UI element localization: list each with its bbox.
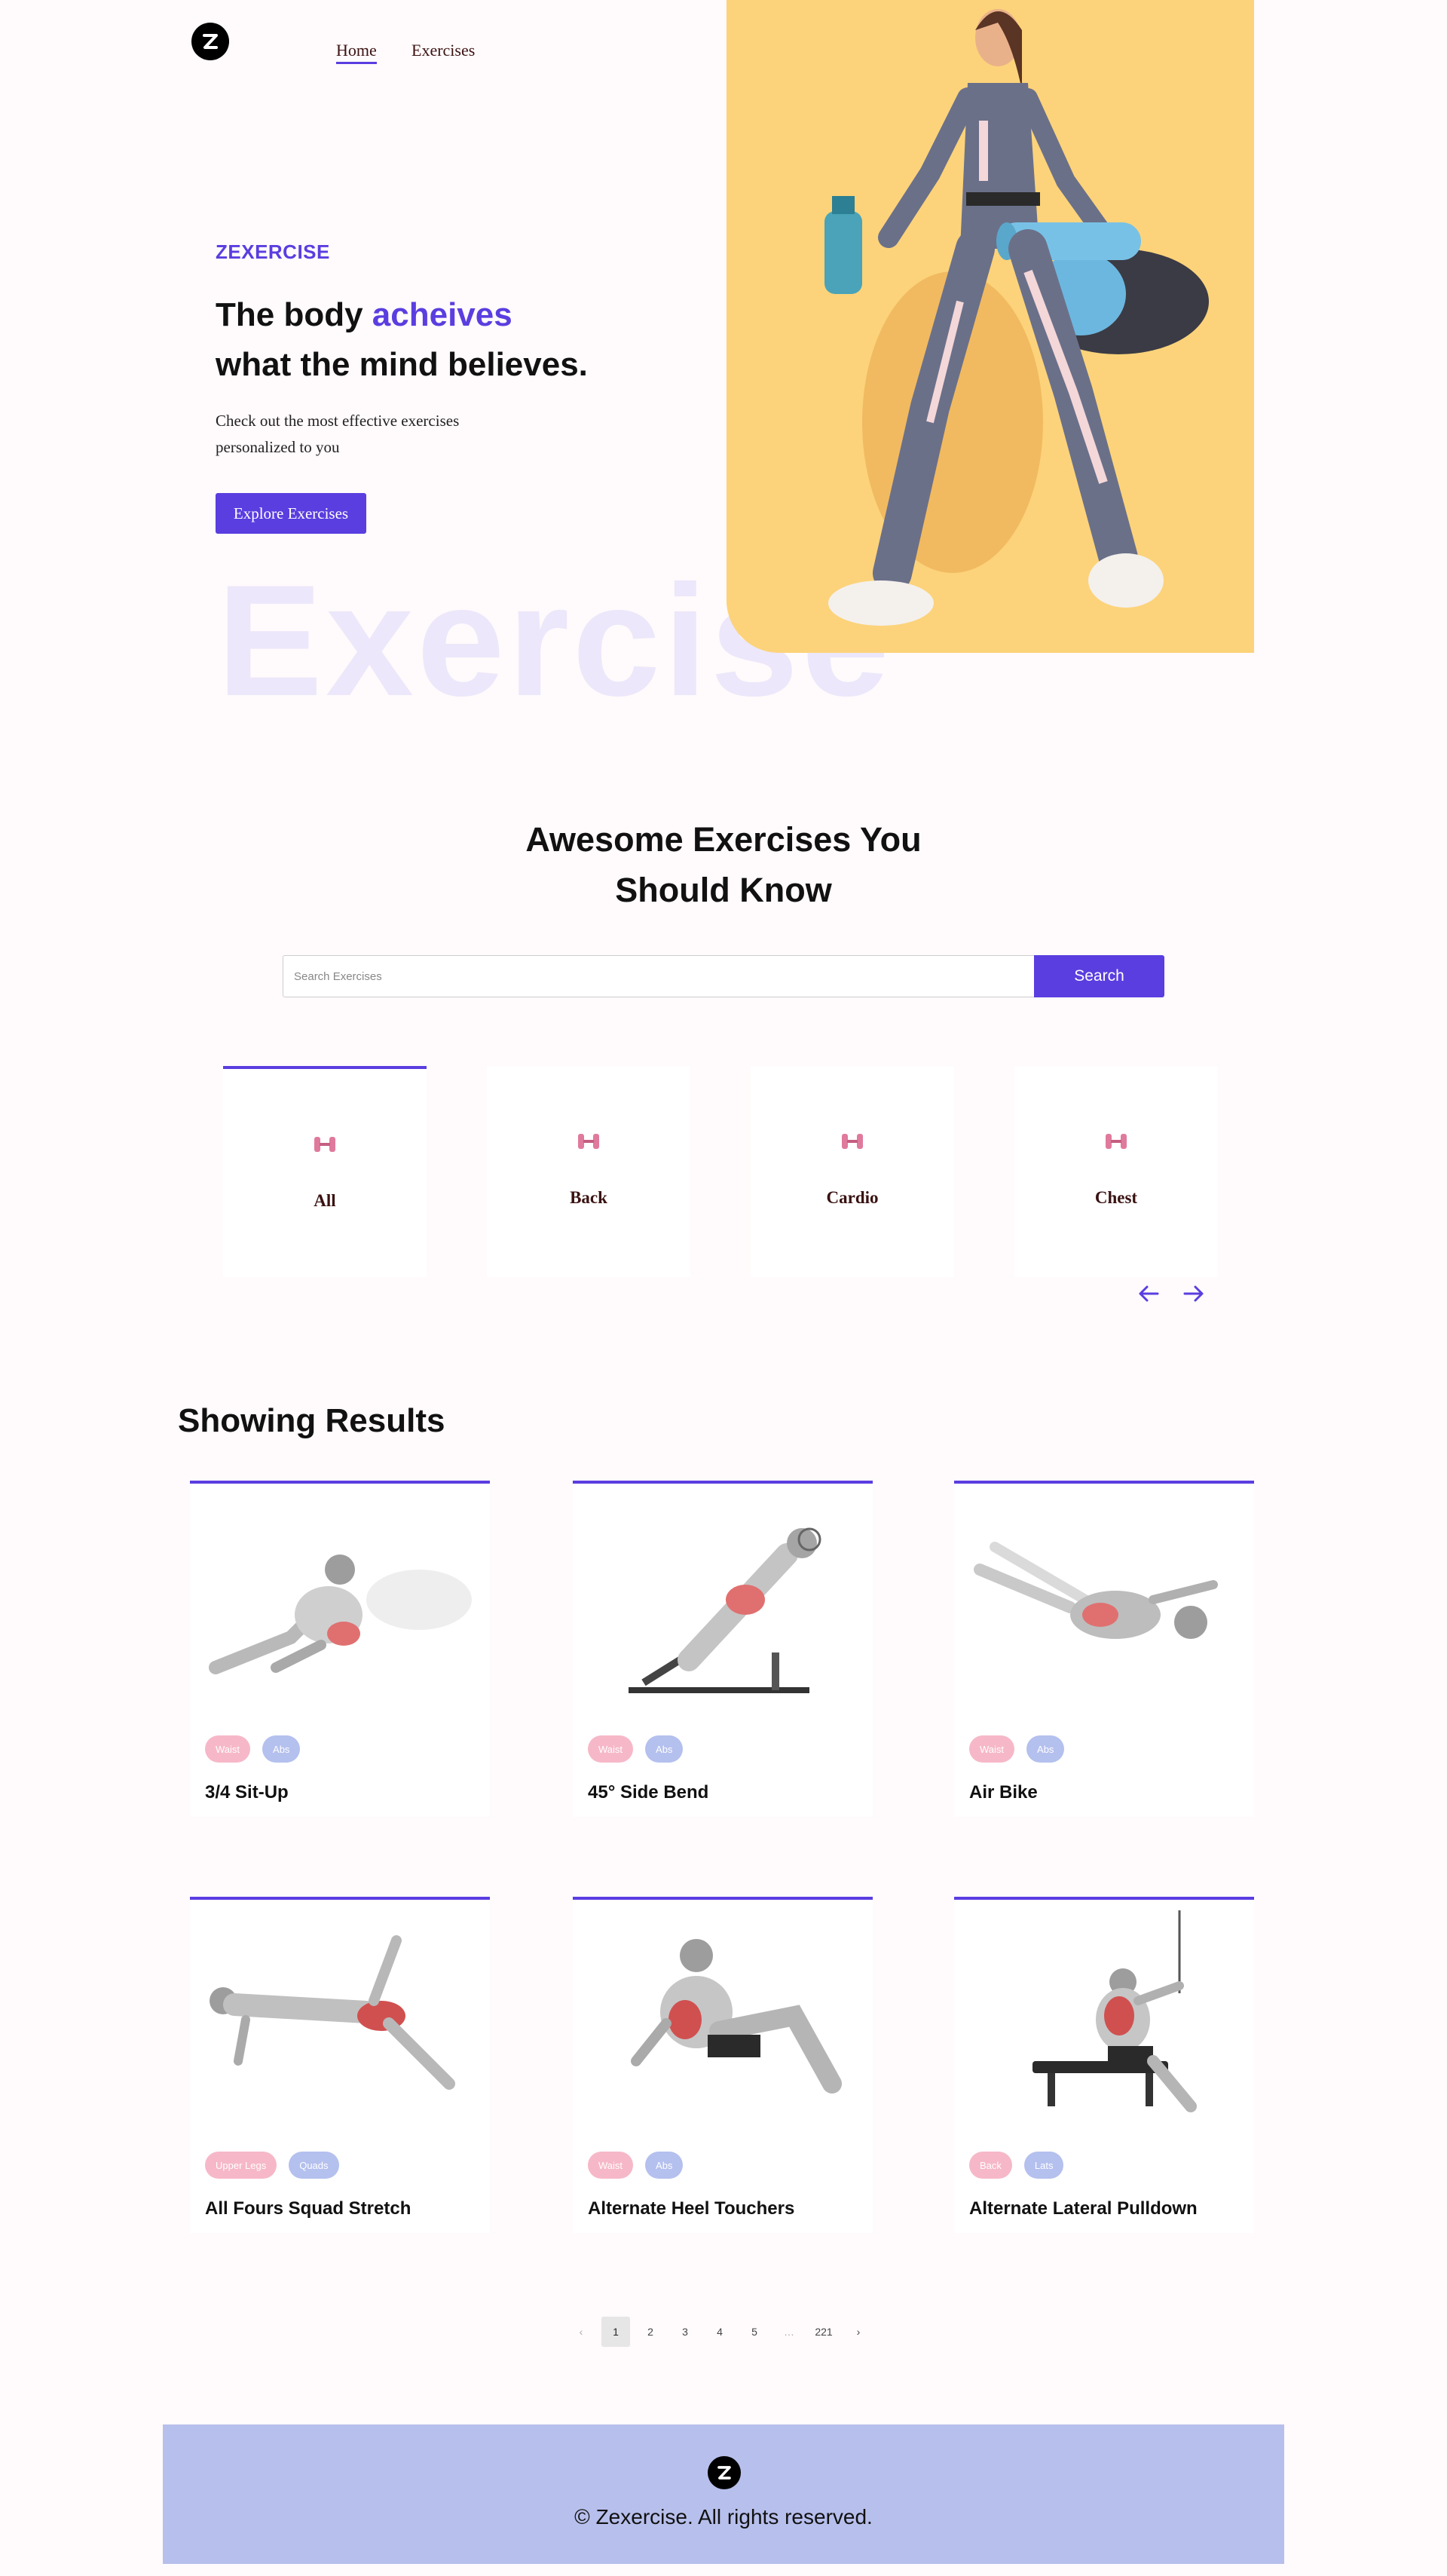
category-label: Back (570, 1188, 607, 1207)
pagination-ellipsis: … (784, 2326, 794, 2338)
exercise-image (1032, 1910, 1197, 2112)
left-arrow-icon[interactable] (1133, 1279, 1164, 1309)
hero-subtitle: Check out the most effective exercises p… (216, 412, 460, 456)
target-muscle-tag[interactable]: Abs (1026, 1735, 1065, 1763)
exercise-card[interactable]: Back Lats Alternate Lateral Pulldown (954, 1897, 1254, 2233)
dumbbell-icon (314, 1137, 335, 1152)
body-part-tag[interactable]: Back (969, 2152, 1012, 2179)
target-muscle-tag[interactable]: Lats (1023, 2152, 1064, 2179)
target-muscle-tag[interactable]: Abs (262, 1735, 301, 1763)
search-input[interactable] (283, 955, 1034, 997)
exercise-name: Alternate Heel Touchers (588, 2198, 795, 2219)
pagination-page[interactable]: 4 (705, 2317, 734, 2347)
exercise-card[interactable]: Upper Legs Quads All Fours Squad Stretch (190, 1897, 490, 2233)
explore-exercises-button[interactable]: Explore Exercises (216, 493, 366, 534)
pagination-page[interactable]: 3 (671, 2317, 699, 2347)
search-section-title: Awesome Exercises You Should Know (422, 814, 1025, 915)
exercise-card[interactable]: Waist Abs 3/4 Sit-Up (190, 1481, 490, 1817)
results-title: Showing Results (178, 1402, 445, 1439)
tag-list: Waist Abs (205, 1735, 301, 1763)
exercise-image (629, 1527, 821, 1693)
tag-list: Upper Legs Quads (205, 2152, 339, 2179)
pagination: ‹ 1 2 3 4 5 … 221 › (567, 2317, 873, 2347)
body-part-tag[interactable]: Waist (588, 1735, 634, 1763)
exercise-image (631, 1939, 842, 2094)
exercise-image (974, 1542, 1218, 1639)
exercise-image (209, 1554, 472, 1674)
category-card-back[interactable]: Back (487, 1066, 690, 1277)
body-part-tag[interactable]: Waist (205, 1735, 251, 1763)
dumbbell-icon (1106, 1134, 1127, 1149)
body-part-tag[interactable]: Waist (969, 1735, 1015, 1763)
tag-list: Waist Abs (588, 2152, 684, 2179)
hero-eyebrow: ZEXERCISE (216, 240, 330, 263)
tag-list: Waist Abs (588, 1735, 684, 1763)
zexercise-logo-icon[interactable] (191, 23, 229, 60)
pagination-page[interactable]: 5 (740, 2317, 769, 2347)
dumbbell-icon (842, 1134, 863, 1149)
body-part-tag[interactable]: Waist (588, 2152, 634, 2179)
target-muscle-tag[interactable]: Abs (645, 2152, 684, 2179)
hero-title: The body acheives what the mind believes… (216, 290, 588, 390)
exercise-name: 3/4 Sit-Up (205, 1782, 289, 1803)
nav-exercises-link[interactable]: Exercises (411, 41, 475, 60)
exercise-name: 45° Side Bend (588, 1782, 709, 1803)
body-part-tag[interactable]: Upper Legs (205, 2152, 277, 2179)
search-title-line2: Should Know (615, 871, 832, 909)
hero-title-line2: what the mind believes. (216, 346, 588, 383)
search-button[interactable]: Search (1034, 955, 1164, 997)
hero-title-accent: acheives (372, 296, 512, 333)
category-label: Cardio (826, 1188, 879, 1207)
exercise-image (210, 1935, 455, 2090)
exercise-card[interactable]: Waist Abs Alternate Heel Touchers (573, 1897, 873, 2233)
pagination-page[interactable]: 2 (636, 2317, 665, 2347)
category-card-cardio[interactable]: Cardio (751, 1066, 954, 1277)
tag-list: Waist Abs (969, 1735, 1065, 1763)
footer-copyright: © Zexercise. All rights reserved. (574, 2505, 873, 2529)
footer-logo-icon (708, 2456, 741, 2489)
exercise-name: Alternate Lateral Pulldown (969, 2198, 1198, 2219)
pagination-next-icon[interactable]: › (844, 2317, 873, 2347)
footer: © Zexercise. All rights reserved. (163, 2424, 1284, 2564)
search-title-line1: Awesome Exercises You (525, 820, 922, 859)
category-label: All (314, 1191, 336, 1210)
dumbbell-icon (578, 1134, 599, 1149)
category-card-all[interactable]: All (223, 1066, 427, 1277)
nav-home-link[interactable]: Home (336, 41, 377, 64)
exercise-card[interactable]: Waist Abs Air Bike (954, 1481, 1254, 1817)
hero-title-part1: The body (216, 296, 372, 333)
exercise-card[interactable]: Waist Abs 45° Side Bend (573, 1481, 873, 1817)
hero-banner-image (727, 0, 1254, 653)
exercise-name: Air Bike (969, 1782, 1038, 1803)
tag-list: Back Lats (969, 2152, 1064, 2179)
target-muscle-tag[interactable]: Quads (289, 2152, 339, 2179)
category-card-chest[interactable]: Chest (1014, 1066, 1218, 1277)
target-muscle-tag[interactable]: Abs (645, 1735, 684, 1763)
pagination-page[interactable]: 1 (601, 2317, 630, 2347)
category-label: Chest (1094, 1188, 1138, 1207)
exercise-name: All Fours Squad Stretch (205, 2198, 411, 2219)
pagination-prev-icon[interactable]: ‹ (567, 2317, 595, 2347)
pagination-page[interactable]: 221 (809, 2317, 838, 2347)
right-arrow-icon[interactable] (1179, 1279, 1209, 1309)
